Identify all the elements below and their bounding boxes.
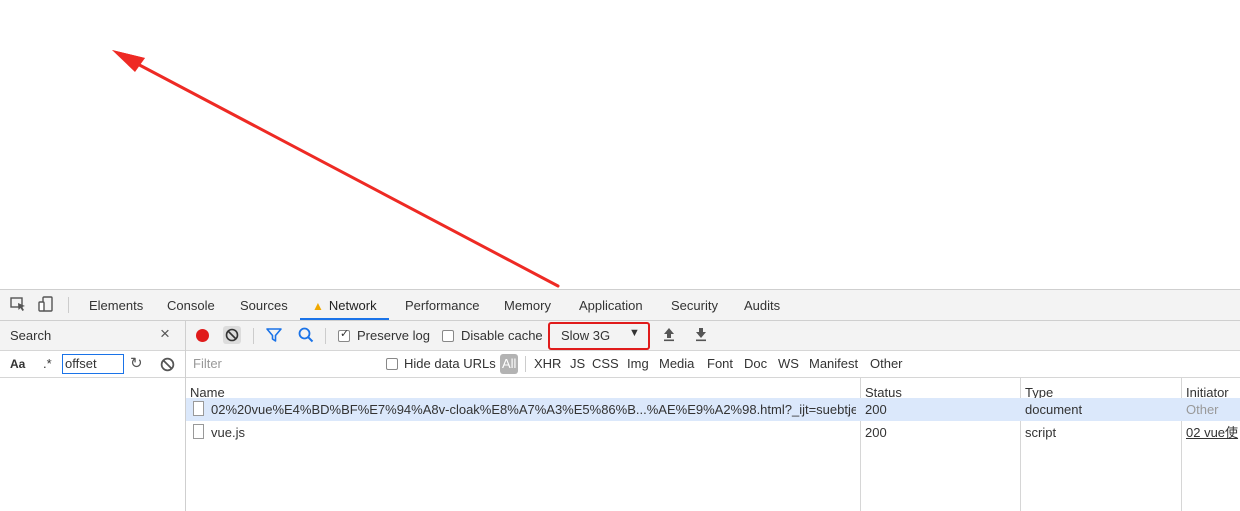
filter-input[interactable]: Filter xyxy=(188,354,373,374)
throttling-select[interactable]: Slow 3G ▼ xyxy=(548,322,650,350)
search-input[interactable]: offset xyxy=(62,354,124,374)
requests-table: Name Status Type Initiator 02%20vue%E4%B… xyxy=(186,378,1240,511)
tab-memory[interactable]: Memory xyxy=(504,290,551,320)
clear-button[interactable] xyxy=(223,326,241,344)
type-filter-ws[interactable]: WS xyxy=(778,356,799,371)
tabbar-divider xyxy=(68,297,69,313)
tab-security[interactable]: Security xyxy=(671,290,718,320)
type-filter-manifest[interactable]: Manifest xyxy=(809,356,858,371)
filter-divider xyxy=(525,356,526,372)
tab-performance[interactable]: Performance xyxy=(405,290,479,320)
page-viewport xyxy=(0,0,1240,289)
toolbar-divider xyxy=(325,328,326,344)
tab-audits[interactable]: Audits xyxy=(744,290,780,320)
request-status: 200 xyxy=(865,402,887,417)
type-filter-all[interactable]: All xyxy=(500,354,519,374)
throttling-value: Slow 3G xyxy=(561,328,611,343)
filter-row: Aa .* offset ↻ Filter Hide data URLs All… xyxy=(0,351,1240,378)
table-row[interactable]: 02%20vue%E4%BD%BF%E7%94%A8v-cloak%E8%A7%… xyxy=(186,398,1240,421)
disable-cache-checkbox[interactable] xyxy=(442,330,454,342)
regex-toggle[interactable]: .* xyxy=(43,356,52,371)
inspect-element-icon[interactable] xyxy=(9,295,27,313)
search-icon[interactable] xyxy=(297,326,315,344)
record-button[interactable] xyxy=(196,329,209,342)
tab-network-label: Network xyxy=(328,298,377,313)
type-filter-img[interactable]: Img xyxy=(627,356,649,371)
type-filter-other[interactable]: Other xyxy=(870,356,903,371)
request-type: document xyxy=(1025,402,1083,417)
match-case-toggle[interactable]: Aa xyxy=(10,357,25,371)
devtools-tabbar: Elements Console Sources ▲ Network Perfor… xyxy=(0,290,1240,321)
type-filter-js[interactable]: JS xyxy=(570,356,585,371)
block-icon xyxy=(225,328,239,342)
tab-network[interactable]: ▲ Network xyxy=(300,290,389,320)
request-type: script xyxy=(1025,425,1057,440)
toolbar-divider xyxy=(253,328,254,344)
tab-application[interactable]: Application xyxy=(579,290,643,320)
request-name[interactable]: vue.js xyxy=(211,421,856,444)
search-panel-title: Search xyxy=(10,328,52,343)
preserve-log-label: Preserve log xyxy=(357,328,430,343)
table-row[interactable]: vue.js 200 script 02 vue使 xyxy=(186,421,1240,444)
request-initiator-link[interactable]: 02 vue使 xyxy=(1186,421,1240,444)
request-name[interactable]: 02%20vue%E4%BD%BF%E7%94%A8v-cloak%E8%A7%… xyxy=(211,398,856,421)
refresh-icon[interactable]: ↻ xyxy=(130,354,143,372)
request-initiator: Other xyxy=(1186,402,1219,417)
disable-cache-label: Disable cache xyxy=(461,328,543,343)
script-file-icon xyxy=(193,424,204,439)
chevron-down-icon: ▼ xyxy=(629,327,640,339)
type-filter-doc[interactable]: Doc xyxy=(744,356,767,371)
tab-console[interactable]: Console xyxy=(167,290,215,320)
type-filter-font[interactable]: Font xyxy=(707,356,733,371)
tab-elements[interactable]: Elements xyxy=(89,290,143,320)
document-file-icon xyxy=(193,401,204,416)
import-har-icon[interactable] xyxy=(662,326,676,342)
export-har-icon[interactable] xyxy=(694,326,708,342)
type-filter-media[interactable]: Media xyxy=(659,356,694,371)
preserve-log-checkbox[interactable] xyxy=(338,327,350,342)
cancel-search-icon[interactable] xyxy=(160,357,175,372)
type-filter-css[interactable]: CSS xyxy=(592,356,619,371)
warning-icon: ▲ xyxy=(312,299,324,313)
tab-sources[interactable]: Sources xyxy=(240,290,288,320)
network-toolbar: Search × Preserve log Disable cache Slow… xyxy=(0,321,1240,351)
device-toolbar-icon[interactable] xyxy=(37,295,55,313)
annotation-arrow xyxy=(112,50,560,288)
type-filter-xhr[interactable]: XHR xyxy=(534,356,561,371)
hide-data-urls-checkbox[interactable] xyxy=(386,358,398,370)
devtools-panel: Elements Console Sources ▲ Network Perfor… xyxy=(0,289,1240,511)
hide-data-urls-label: Hide data URLs xyxy=(404,356,496,371)
close-icon[interactable]: × xyxy=(160,324,170,344)
filter-icon[interactable] xyxy=(265,326,283,344)
request-status: 200 xyxy=(865,425,887,440)
